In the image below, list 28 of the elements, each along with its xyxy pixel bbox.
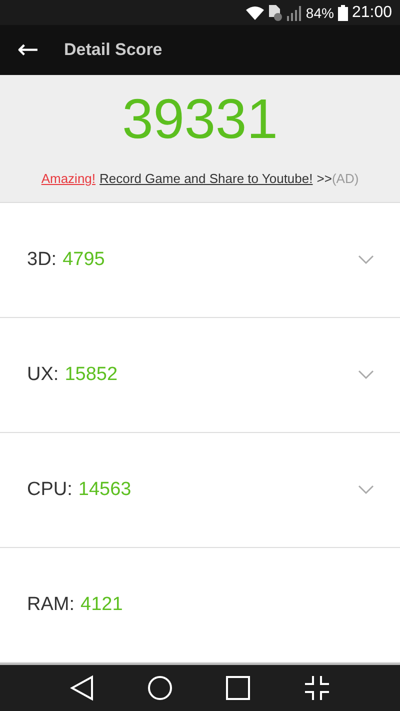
ad-tag: (AD) <box>332 170 359 186</box>
ad-link[interactable]: Amazing! <box>41 170 96 186</box>
minimize-icon[interactable] <box>304 675 330 702</box>
score-label: 3D: <box>27 249 57 272</box>
home-icon[interactable] <box>146 675 173 702</box>
score-row[interactable]: 3D: 4795 <box>0 203 400 318</box>
score-label: CPU: <box>27 479 72 502</box>
score-row[interactable]: CPU: 14563 <box>0 433 400 548</box>
score-value: 4121 <box>80 594 123 616</box>
score-value: 4795 <box>62 249 105 272</box>
wifi-icon <box>246 6 264 20</box>
recent-apps-icon[interactable] <box>225 675 252 702</box>
score-row[interactable]: UX: 15852 <box>0 318 400 434</box>
total-score: 39331 <box>122 86 278 151</box>
battery-percentage: 84% <box>306 4 334 21</box>
ad-link[interactable]: Record Game and Share to Youtube! <box>100 170 313 186</box>
score-label: UX: <box>27 364 59 386</box>
signal-icon <box>286 4 302 21</box>
screen-title: Detail Score <box>64 40 162 60</box>
arrows-text: >> <box>316 170 332 186</box>
score-value: 15852 <box>64 364 118 386</box>
sim-card-icon <box>268 4 282 21</box>
back-icon[interactable] <box>70 675 94 702</box>
back-button[interactable]: ← <box>0 35 56 66</box>
clock: 21:00 <box>352 4 392 22</box>
score-value: 14563 <box>78 479 132 502</box>
battery-icon <box>338 4 348 21</box>
score-label: RAM: <box>27 594 74 616</box>
